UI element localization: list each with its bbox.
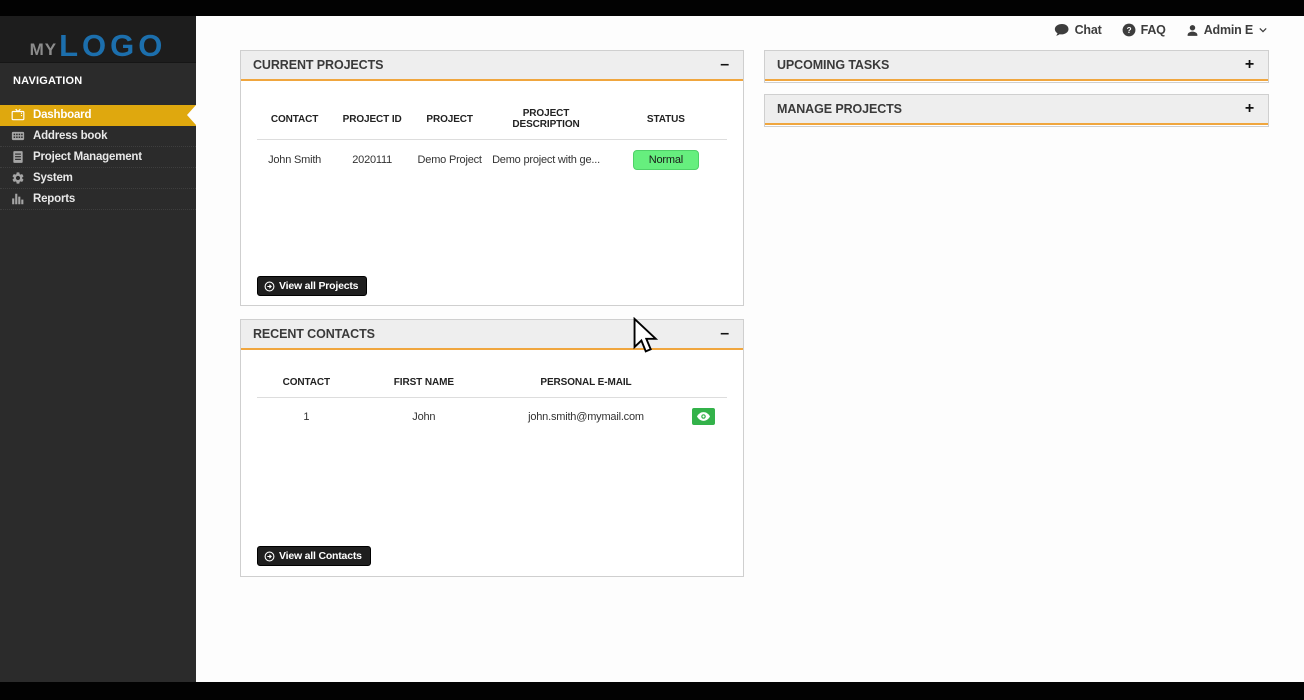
column-header: CONTACT (257, 108, 332, 140)
sidebar-nav: Dashboard Address book (0, 105, 196, 210)
upcoming-tasks-panel: UPCOMING TASKS + (764, 50, 1269, 83)
cell-description: Demo project with ge... (487, 140, 605, 175)
cell-email: john.smith@mymail.com (492, 398, 680, 430)
sidebar-item-dashboard[interactable]: Dashboard (0, 105, 196, 126)
dashboard-icon (11, 108, 26, 123)
svg-text:?: ? (1126, 26, 1131, 35)
table-row: 1 John john.smith@mymail.com (257, 398, 727, 430)
button-label: View all Contacts (279, 550, 362, 562)
status-badge: Normal (633, 150, 699, 170)
sidebar-item-project-management[interactable]: Project Management (0, 147, 196, 168)
panel-title: MANAGE PROJECTS (777, 102, 902, 116)
sidebar-item-label: Dashboard (33, 109, 91, 121)
chevron-down-icon (1258, 26, 1268, 34)
logo-prefix: MY (30, 41, 58, 58)
sidebar-item-label: Address book (33, 130, 107, 142)
navigation-heading: NAVIGATION (0, 63, 196, 97)
app-window: MY LOGO NAVIGATION Dashboard (0, 0, 1304, 700)
user-label: Admin E (1204, 23, 1253, 37)
current-projects-body: CONTACT PROJECT ID PROJECT PROJECT DESCR… (241, 108, 743, 174)
cell-contact: John Smith (257, 140, 332, 175)
recent-contacts-panel: RECENT CONTACTS – CONTACT FIRST NAME PER… (240, 319, 744, 577)
chat-icon (1054, 24, 1070, 37)
top-black-bar (0, 0, 1304, 16)
sidebar-item-label: System (33, 172, 73, 184)
sidebar-item-address-book[interactable]: Address book (0, 126, 196, 147)
logo: MY LOGO (0, 16, 196, 63)
expand-button[interactable]: + (1243, 57, 1256, 73)
column-header: PERSONAL E-MAIL (492, 377, 680, 398)
view-contact-button[interactable] (692, 408, 715, 425)
panel-title: CURRENT PROJECTS (253, 58, 383, 72)
sidebar-item-label: Project Management (33, 151, 142, 163)
sidebar-item-reports[interactable]: Reports (0, 189, 196, 210)
manage-projects-panel: MANAGE PROJECTS + (764, 94, 1269, 127)
column-header: CONTACT (257, 377, 356, 398)
faq-button[interactable]: ? FAQ (1122, 23, 1166, 37)
column-header: PROJECT ID (332, 108, 412, 140)
eye-icon (697, 412, 710, 421)
system-gear-icon (11, 171, 26, 186)
faq-label: FAQ (1141, 23, 1166, 37)
reports-icon (11, 192, 26, 207)
address-book-icon (11, 129, 26, 144)
current-projects-table: CONTACT PROJECT ID PROJECT PROJECT DESCR… (257, 108, 727, 174)
sidebar: MY LOGO NAVIGATION Dashboard (0, 16, 196, 682)
cell-contact: 1 (257, 398, 356, 430)
user-icon (1186, 24, 1199, 37)
collapse-button[interactable]: – (718, 326, 731, 342)
view-all-contacts-button[interactable]: View all Contacts (257, 546, 371, 566)
view-all-projects-button[interactable]: View all Projects (257, 276, 367, 296)
recent-contacts-header[interactable]: RECENT CONTACTS – (241, 320, 743, 350)
panel-title: UPCOMING TASKS (777, 58, 889, 72)
sidebar-item-system[interactable]: System (0, 168, 196, 189)
cell-project-id: 2020111 (332, 140, 412, 175)
question-circle-icon: ? (1122, 23, 1136, 37)
current-projects-panel: CURRENT PROJECTS – CONTACT PROJECT ID PR… (240, 50, 744, 306)
column-header: STATUS (605, 108, 727, 140)
chat-label: Chat (1075, 23, 1102, 37)
recent-contacts-body: CONTACT FIRST NAME PERSONAL E-MAIL 1 Joh… (241, 377, 743, 429)
cell-first-name: John (356, 398, 492, 430)
arrow-circle-icon (264, 551, 275, 562)
sidebar-item-label: Reports (33, 193, 75, 205)
arrow-circle-icon (264, 281, 275, 292)
user-toolbar: Chat ? FAQ Admin E (1054, 23, 1268, 37)
current-projects-header[interactable]: CURRENT PROJECTS – (241, 51, 743, 81)
column-header: PROJECT DESCRIPTION (487, 108, 605, 140)
bottom-black-bar (0, 682, 1304, 700)
project-management-icon (11, 150, 26, 165)
user-menu[interactable]: Admin E (1186, 23, 1268, 37)
upcoming-tasks-header[interactable]: UPCOMING TASKS + (765, 51, 1268, 81)
logo-text: LOGO (59, 33, 166, 58)
collapse-button[interactable]: – (718, 57, 731, 73)
manage-projects-header[interactable]: MANAGE PROJECTS + (765, 95, 1268, 125)
column-header: FIRST NAME (356, 377, 492, 398)
cell-project: Demo Project (412, 140, 487, 175)
chat-button[interactable]: Chat (1054, 23, 1102, 37)
column-header: PROJECT (412, 108, 487, 140)
recent-contacts-table: CONTACT FIRST NAME PERSONAL E-MAIL 1 Joh… (257, 377, 727, 429)
table-row: John Smith 2020111 Demo Project Demo pro… (257, 140, 727, 175)
button-label: View all Projects (279, 280, 358, 292)
panel-title: RECENT CONTACTS (253, 327, 375, 341)
expand-button[interactable]: + (1243, 101, 1256, 117)
column-header (680, 377, 727, 398)
